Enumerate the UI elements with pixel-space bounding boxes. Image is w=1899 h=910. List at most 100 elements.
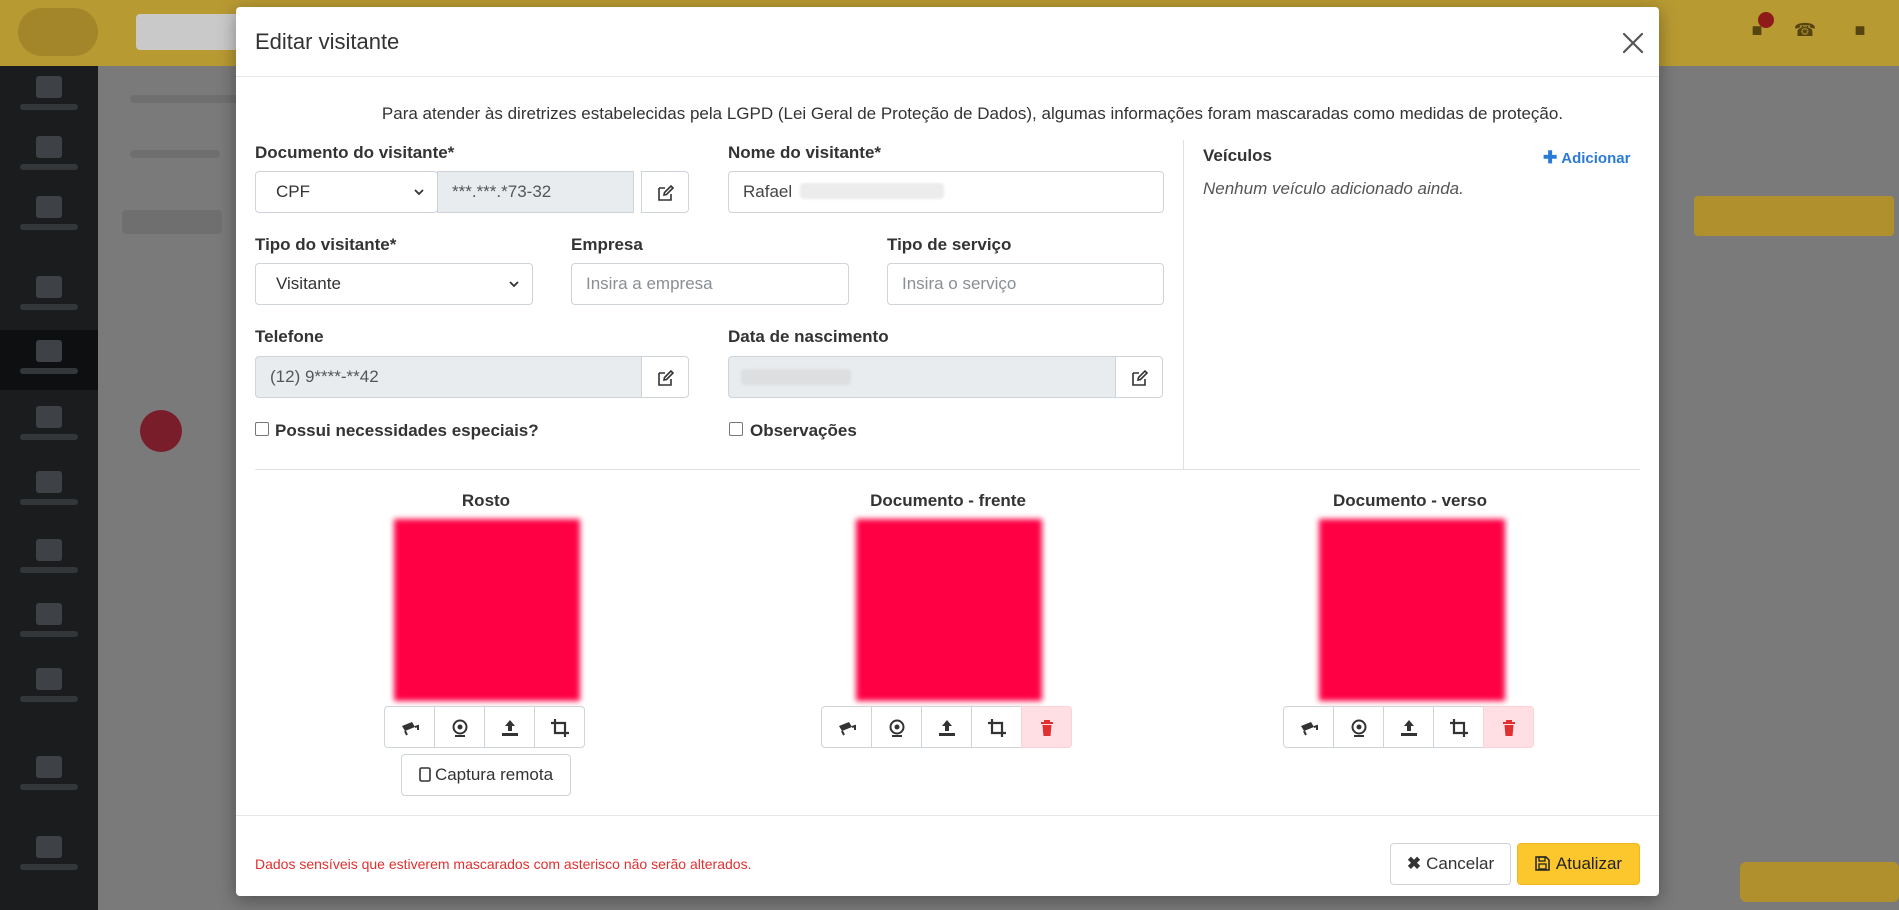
horizontal-divider (255, 469, 1640, 470)
add-visitor-button-bg[interactable] (1694, 196, 1894, 236)
notification-badge (1758, 12, 1774, 28)
face-photo (394, 519, 580, 701)
vehicles-title: Veículos (1203, 146, 1272, 165)
tipo-visitante-label: Tipo do visitante* (255, 235, 397, 254)
vehicles-empty-message: Nenhum veículo adicionado ainda. (1203, 179, 1464, 198)
phone-icon[interactable]: ☎ (1793, 20, 1817, 44)
sidebar-item[interactable] (0, 396, 98, 456)
security-camera-icon (1301, 722, 1318, 736)
remote-capture-button[interactable]: Captura remota (401, 754, 571, 796)
document-number-input[interactable]: ***.***.*73-32 (437, 171, 634, 213)
document-back-actions (1283, 706, 1534, 748)
webcam-button[interactable] (1333, 706, 1384, 748)
trash-icon (1503, 720, 1515, 736)
webcam-icon (1351, 719, 1367, 737)
app-logo (18, 8, 98, 56)
edit-visitor-modal: Editar visitante Para atender às diretri… (236, 7, 1659, 896)
document-back-photo (1319, 519, 1505, 701)
security-camera-icon (402, 722, 419, 736)
trash-icon (1041, 720, 1053, 736)
webcam-icon (889, 719, 905, 737)
crop-icon (551, 719, 569, 737)
plus-icon: ✚ (1543, 148, 1558, 167)
upload-icon (939, 720, 955, 736)
document-type-select[interactable]: CPF (255, 171, 438, 213)
chevron-down-icon (414, 189, 424, 196)
crop-button[interactable] (534, 706, 585, 748)
breadcrumb (130, 95, 240, 103)
phone-input[interactable]: (12) 9****-**42 (255, 356, 642, 398)
crop-icon (1450, 719, 1468, 737)
sidebar-item[interactable] (0, 746, 98, 806)
add-vehicle-link[interactable]: ✚ Adicionar (1543, 148, 1630, 168)
document-back-title: Documento - verso (1333, 491, 1487, 510)
delete-photo-button[interactable] (1483, 706, 1534, 748)
chevron-down-icon (509, 281, 519, 288)
tab-placeholder (130, 150, 220, 158)
observations-checkbox[interactable] (729, 422, 743, 436)
avatar (140, 410, 182, 452)
data-nascimento-label: Data de nascimento (728, 327, 889, 346)
cart-icon[interactable]: ■ (1848, 20, 1872, 44)
edit-phone-button[interactable] (641, 356, 689, 398)
sidebar-item[interactable] (0, 266, 98, 326)
security-camera-icon (839, 722, 856, 736)
ip-camera-button[interactable] (1283, 706, 1334, 748)
document-front-title: Documento - frente (870, 491, 1026, 510)
edit-birthdate-button[interactable] (1115, 356, 1163, 398)
crop-button[interactable] (971, 706, 1022, 748)
company-input[interactable]: Insira a empresa (571, 263, 849, 305)
upload-button[interactable] (1383, 706, 1434, 748)
ip-camera-button[interactable] (384, 706, 435, 748)
upload-icon (1401, 720, 1417, 736)
sidebar (0, 66, 98, 910)
sidebar-item[interactable] (0, 186, 98, 246)
special-needs-label: Possui necessidades especiais? (275, 421, 539, 440)
sidebar-item[interactable] (0, 126, 98, 186)
face-photo-title: Rosto (461, 491, 511, 510)
masked-surname (800, 183, 944, 199)
webcam-button[interactable] (871, 706, 922, 748)
masked-birthdate (741, 369, 851, 385)
documento-label: Documento do visitante* (255, 143, 455, 162)
modal-title: Editar visitante (255, 29, 400, 54)
webcam-button[interactable] (434, 706, 485, 748)
upload-icon (502, 720, 518, 736)
crop-button[interactable] (1433, 706, 1484, 748)
upload-button[interactable] (484, 706, 535, 748)
delete-photo-button[interactable] (1021, 706, 1072, 748)
sidebar-item[interactable] (0, 529, 98, 589)
document-front-actions (821, 706, 1072, 748)
lgpd-notice: Para atender às diretrizes estabelecidas… (381, 104, 1564, 123)
visitor-name-input[interactable]: Rafael (728, 171, 1164, 213)
sidebar-item[interactable] (0, 66, 98, 126)
upload-button[interactable] (921, 706, 972, 748)
sidebar-item[interactable] (0, 826, 98, 886)
vertical-divider (1183, 140, 1184, 470)
sidebar-item-active[interactable] (0, 330, 98, 390)
sidebar-item[interactable] (0, 461, 98, 521)
close-button[interactable] (1617, 27, 1649, 59)
page-title-placeholder (122, 210, 222, 234)
empresa-label: Empresa (571, 235, 643, 254)
floating-button-bg[interactable] (1740, 862, 1899, 902)
crop-icon (988, 719, 1006, 737)
special-needs-checkbox[interactable] (255, 422, 269, 436)
visitor-type-select[interactable]: Visitante (255, 263, 533, 305)
sidebar-item[interactable] (0, 593, 98, 653)
modal-header: Editar visitante (236, 7, 1659, 77)
masked-data-warning: Dados sensíveis que estiverem mascarados… (255, 856, 752, 872)
close-icon: ✖ (1406, 854, 1422, 873)
edit-icon (658, 369, 675, 386)
document-front-photo (856, 519, 1042, 701)
service-type-input[interactable]: Insira o serviço (887, 263, 1164, 305)
cancel-button[interactable]: ✖ Cancelar (1390, 843, 1511, 885)
update-button[interactable]: Atualizar (1517, 843, 1640, 885)
edit-icon (658, 184, 675, 201)
ip-camera-button[interactable] (821, 706, 872, 748)
edit-document-button[interactable] (641, 171, 689, 213)
tipo-servico-label: Tipo de serviço (887, 235, 1012, 254)
sidebar-item[interactable] (0, 658, 98, 718)
edit-icon (1132, 369, 1149, 386)
save-icon (1535, 856, 1550, 871)
